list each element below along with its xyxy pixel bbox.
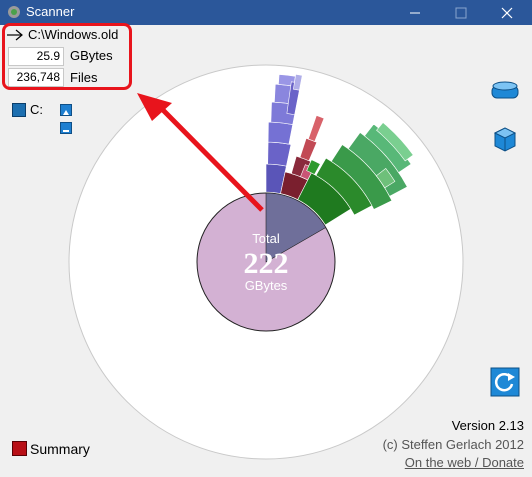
open-folder-button[interactable] bbox=[490, 124, 520, 154]
scan-drive-button[interactable] bbox=[490, 76, 520, 106]
hard-disk-icon bbox=[491, 81, 519, 99]
cube-icon bbox=[493, 127, 517, 152]
center-unit: GBytes bbox=[245, 278, 288, 293]
folder-wedge[interactable] bbox=[267, 121, 294, 145]
version-text: Version 2.13 bbox=[451, 418, 524, 433]
collapse-button[interactable] bbox=[60, 122, 72, 134]
web-donate-link[interactable]: On the web / Donate bbox=[405, 455, 524, 470]
refresh-icon bbox=[490, 367, 520, 397]
expand-button[interactable] bbox=[60, 104, 72, 116]
summary-label[interactable]: Summary bbox=[30, 441, 90, 457]
plus-icon bbox=[63, 110, 69, 115]
center-label: Total bbox=[252, 231, 280, 246]
refresh-button[interactable] bbox=[490, 367, 520, 397]
summary-icon[interactable] bbox=[12, 441, 27, 456]
center-value: 222 bbox=[244, 247, 289, 280]
minus-icon bbox=[63, 130, 69, 132]
copyright-text: (c) Steffen Gerlach 2012 bbox=[382, 437, 524, 452]
annotation-highlight-box bbox=[2, 23, 132, 90]
drive-label: C: bbox=[30, 102, 43, 117]
drive-icon bbox=[12, 103, 26, 117]
